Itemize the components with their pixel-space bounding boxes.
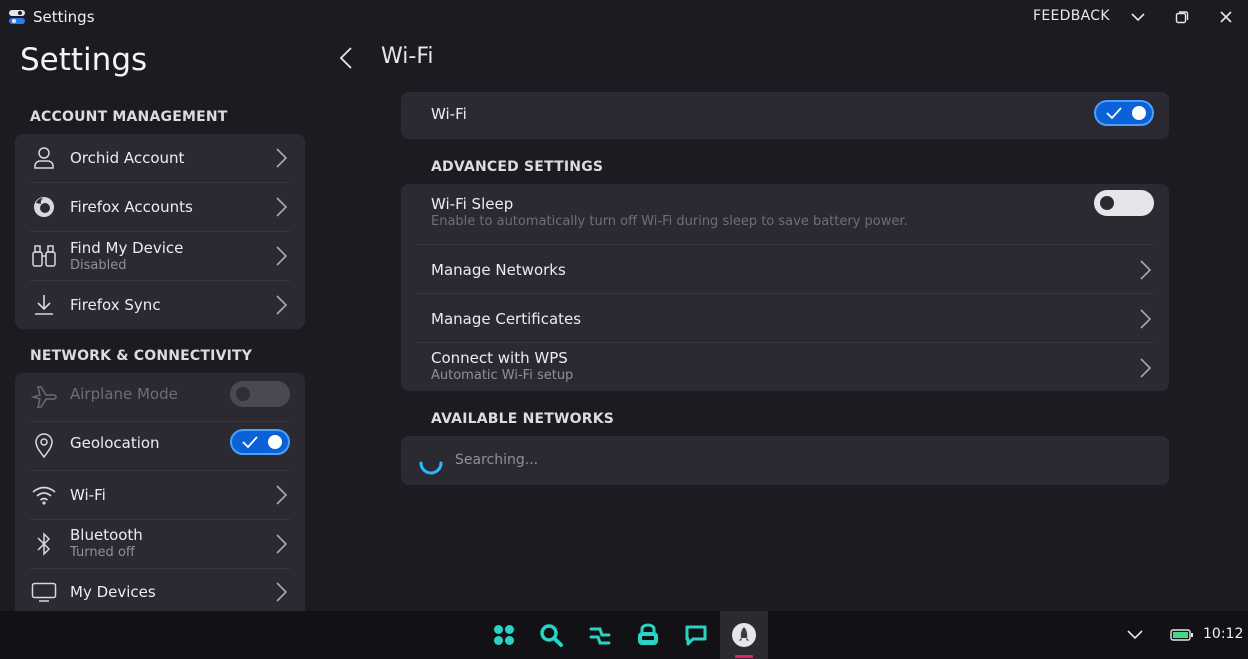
chevron-right-icon (1140, 260, 1152, 280)
sidebar-item-my-devices[interactable]: My Devices (15, 569, 305, 611)
geolocation-toggle[interactable] (230, 429, 290, 455)
window-titlebar: Settings FEEDBACK (0, 0, 1248, 34)
wifi-sleep-description: Enable to automatically turn off Wi-Fi d… (431, 214, 908, 229)
chevron-right-icon (276, 148, 288, 168)
page-title: Wi-Fi (381, 44, 434, 69)
chevron-right-icon (276, 485, 288, 505)
taskbar: 10:12 (0, 611, 1248, 659)
chevron-left-icon[interactable] (337, 46, 357, 70)
available-networks-card: Searching... (401, 436, 1169, 485)
settings-app-icon (9, 10, 25, 24)
battery-icon (1170, 622, 1194, 648)
sidebar-item-bluetooth[interactable]: Bluetooth Turned off (15, 520, 305, 569)
airplane-mode-toggle (230, 381, 290, 407)
sidebar-item-label: Wi-Fi (70, 486, 106, 504)
wifi-toggle-card[interactable]: Wi-Fi (401, 92, 1169, 139)
connect-wps-row[interactable]: Connect with WPS Automatic Wi-Fi setup (401, 343, 1169, 391)
wifi-sleep-toggle[interactable] (1094, 190, 1154, 216)
chevron-right-icon (1140, 358, 1152, 378)
sidebar-item-sublabel: Disabled (70, 258, 127, 273)
sidebar-item-label: Firefox Sync (70, 296, 161, 314)
location-pin-icon (30, 432, 58, 460)
manage-certificates-label: Manage Certificates (431, 310, 582, 328)
manage-certificates-row[interactable]: Manage Certificates (401, 294, 1169, 343)
searching-text: Searching... (455, 452, 539, 468)
download-icon (30, 291, 58, 319)
sidebar-item-label: Orchid Account (70, 149, 185, 167)
checkmark-icon (242, 436, 258, 449)
sidebar-item-orchid-account[interactable]: Orchid Account (15, 134, 305, 183)
chevron-right-icon (276, 295, 288, 315)
chat-icon[interactable] (683, 622, 709, 648)
person-icon (30, 144, 58, 172)
sidebar-item-label: Firefox Accounts (70, 198, 193, 216)
section-header-account-management: ACCOUNT MANAGEMENT (30, 109, 228, 125)
chevron-right-icon (276, 582, 288, 602)
section-header-network-connectivity: NETWORK & CONNECTIVITY (30, 348, 253, 364)
connect-wps-label: Connect with WPS (431, 349, 568, 367)
active-app-indicator (735, 655, 753, 658)
wifi-toggle-label: Wi-Fi (431, 105, 467, 123)
window-title: Settings (33, 8, 95, 26)
wifi-icon (30, 481, 58, 509)
account-management-card: Orchid Account Firefox Accounts Find My … (15, 134, 305, 329)
sidebar-item-label: My Devices (70, 583, 156, 601)
sidebar-item-firefox-sync[interactable]: Firefox Sync (15, 281, 305, 329)
rocket-icon[interactable] (731, 622, 757, 648)
sidebar-item-geolocation[interactable]: Geolocation (15, 422, 305, 471)
search-icon[interactable] (538, 622, 564, 648)
toggle-knob (236, 387, 250, 401)
toggle-knob (1132, 106, 1146, 120)
apps-grid-icon[interactable] (491, 622, 517, 648)
chevron-right-icon (276, 246, 288, 266)
manage-networks-row[interactable]: Manage Networks (401, 245, 1169, 294)
close-window-icon[interactable] (1214, 6, 1238, 28)
sidebar-item-label: Bluetooth (70, 526, 143, 544)
sidebar-item-sublabel: Turned off (70, 545, 135, 560)
wifi-sleep-row[interactable]: Wi-Fi Sleep Enable to automatically turn… (401, 184, 1169, 245)
firefox-icon (30, 193, 58, 221)
clock: 10:12 (1203, 626, 1244, 642)
toggle-knob (268, 435, 282, 449)
advanced-settings-card: Wi-Fi Sleep Enable to automatically turn… (401, 184, 1169, 391)
section-header-available-networks: AVAILABLE NETWORKS (431, 411, 615, 427)
chevron-right-icon (276, 197, 288, 217)
feedback-button[interactable]: FEEDBACK (1033, 8, 1110, 24)
binoculars-icon (30, 242, 58, 270)
section-header-advanced-settings: ADVANCED SETTINGS (431, 159, 604, 175)
sidebar-item-label: Airplane Mode (70, 385, 178, 403)
toggle-knob (1100, 196, 1114, 210)
monitor-icon (30, 578, 58, 606)
switch-icon[interactable] (587, 622, 613, 648)
connect-wps-sublabel: Automatic Wi-Fi setup (431, 368, 574, 383)
sidebar-item-airplane-mode: Airplane Mode (15, 373, 305, 422)
chevron-right-icon (1140, 309, 1152, 329)
sidebar-item-firefox-accounts[interactable]: Firefox Accounts (15, 183, 305, 232)
airplane-icon (30, 383, 58, 411)
wifi-toggle[interactable] (1094, 100, 1154, 126)
sidebar-item-find-my-device[interactable]: Find My Device Disabled (15, 232, 305, 281)
chevron-down-icon[interactable] (1126, 6, 1150, 28)
sidebar-item-wifi[interactable]: Wi-Fi (15, 471, 305, 520)
sidebar-title: Settings (20, 42, 148, 78)
manage-networks-label: Manage Networks (431, 261, 566, 279)
checkmark-icon (1106, 107, 1122, 120)
wifi-sleep-label: Wi-Fi Sleep (431, 195, 514, 213)
chevron-right-icon (276, 534, 288, 554)
sidebar-item-label: Find My Device (70, 239, 184, 257)
bluetooth-icon (30, 530, 58, 558)
loading-spinner-icon (419, 461, 443, 475)
store-icon[interactable] (635, 622, 661, 648)
sidebar-item-label: Geolocation (70, 434, 160, 452)
restore-window-icon[interactable] (1170, 6, 1194, 28)
network-connectivity-card: Airplane Mode Geolocation Wi-Fi Bluetoot… (15, 373, 305, 611)
chevron-down-icon[interactable] (1122, 622, 1148, 648)
